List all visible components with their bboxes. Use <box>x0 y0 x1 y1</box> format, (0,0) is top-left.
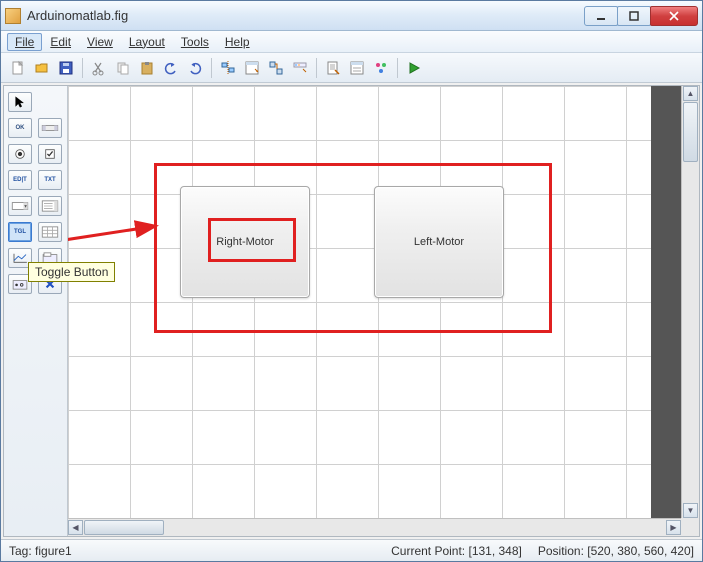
window-title: Arduinomatlab.fig <box>27 8 585 23</box>
app-icon <box>5 8 21 24</box>
canvas-area: Right-Motor Left-Motor ▲ ▼ <box>68 86 699 536</box>
editor-button[interactable] <box>322 57 344 79</box>
status-current-point: Current Point: [131, 348] <box>72 544 538 558</box>
tooltip: Toggle Button <box>28 262 115 282</box>
app-window: Arduinomatlab.fig File Edit View Layout … <box>0 0 703 562</box>
scroll-corner <box>681 518 699 536</box>
copy-button[interactable] <box>112 57 134 79</box>
select-tool[interactable] <box>8 92 32 112</box>
canvas-unused-area <box>651 86 681 518</box>
menu-tools[interactable]: Tools <box>173 33 217 51</box>
status-tag-label: Tag: <box>9 544 35 558</box>
menu-help[interactable]: Help <box>217 33 258 51</box>
align-button[interactable] <box>217 57 239 79</box>
slider-tool[interactable] <box>38 118 62 138</box>
new-file-button[interactable] <box>7 57 29 79</box>
undo-button[interactable] <box>160 57 182 79</box>
horizontal-scrollbar[interactable]: ◀ ▶ <box>68 518 681 536</box>
statictext-tool[interactable]: TXT <box>38 170 62 190</box>
menu-file[interactable]: File <box>7 33 42 51</box>
property-inspector-button[interactable] <box>346 57 368 79</box>
redo-button[interactable] <box>184 57 206 79</box>
cut-button[interactable] <box>88 57 110 79</box>
left-motor-button[interactable]: Left-Motor <box>374 186 504 298</box>
status-cp-value: [131, 348] <box>468 544 521 558</box>
save-file-button[interactable] <box>55 57 77 79</box>
menu-view[interactable]: View <box>79 33 121 51</box>
togglebutton-tool[interactable]: TGL <box>8 222 32 242</box>
scroll-right-arrow-icon[interactable]: ▶ <box>666 520 681 535</box>
edittext-tool[interactable]: ED|T <box>8 170 32 190</box>
hscroll-thumb[interactable] <box>84 520 164 535</box>
main-area: OK ED|T TXT TGL <box>3 85 700 537</box>
menu-editor-button[interactable] <box>241 57 263 79</box>
scroll-up-arrow-icon[interactable]: ▲ <box>683 86 698 101</box>
toolbar-separator <box>82 58 83 78</box>
right-motor-label: Right-Motor <box>216 236 273 248</box>
minimize-button[interactable] <box>584 6 618 26</box>
toolbar-separator <box>397 58 398 78</box>
table-tool[interactable] <box>38 222 62 242</box>
menu-edit[interactable]: Edit <box>42 33 79 51</box>
right-motor-button[interactable]: Right-Motor <box>180 186 310 298</box>
status-pos-value: [520, 380, 560, 420] <box>587 544 694 558</box>
close-button[interactable] <box>650 6 698 26</box>
paste-button[interactable] <box>136 57 158 79</box>
listbox-tool[interactable] <box>38 196 62 216</box>
menu-bar: File Edit View Layout Tools Help <box>1 31 702 53</box>
checkbox-tool[interactable] <box>38 144 62 164</box>
open-file-button[interactable] <box>31 57 53 79</box>
run-button[interactable] <box>403 57 425 79</box>
maximize-button[interactable] <box>617 6 651 26</box>
radiobutton-tool[interactable] <box>8 144 32 164</box>
popupmenu-tool[interactable] <box>8 196 32 216</box>
toolbar-separator <box>316 58 317 78</box>
title-bar: Arduinomatlab.fig <box>1 1 702 31</box>
status-position: Position: [520, 380, 560, 420] <box>538 544 694 558</box>
toolbar-separator <box>211 58 212 78</box>
status-tag-value: figure1 <box>35 544 72 558</box>
annotation-arrow <box>68 216 178 256</box>
design-canvas[interactable]: Right-Motor Left-Motor <box>68 86 681 518</box>
scroll-left-arrow-icon[interactable]: ◀ <box>68 520 83 535</box>
tab-order-button[interactable] <box>265 57 287 79</box>
status-tag: Tag: figure1 <box>9 544 72 558</box>
window-controls <box>585 6 698 26</box>
left-motor-label: Left-Motor <box>414 236 464 248</box>
status-cp-label: Current Point: <box>391 544 468 558</box>
component-palette: OK ED|T TXT TGL <box>4 86 68 536</box>
toolbar <box>1 53 702 83</box>
pushbutton-tool[interactable]: OK <box>8 118 32 138</box>
vscroll-thumb[interactable] <box>683 102 698 162</box>
menu-layout[interactable]: Layout <box>121 33 173 51</box>
vertical-scrollbar[interactable]: ▲ ▼ <box>681 86 699 518</box>
toolbar-editor-button[interactable] <box>289 57 311 79</box>
scroll-down-arrow-icon[interactable]: ▼ <box>683 503 698 518</box>
status-bar: Tag: figure1 Current Point: [131, 348] P… <box>1 539 702 561</box>
object-browser-button[interactable] <box>370 57 392 79</box>
status-pos-label: Position: <box>538 544 587 558</box>
